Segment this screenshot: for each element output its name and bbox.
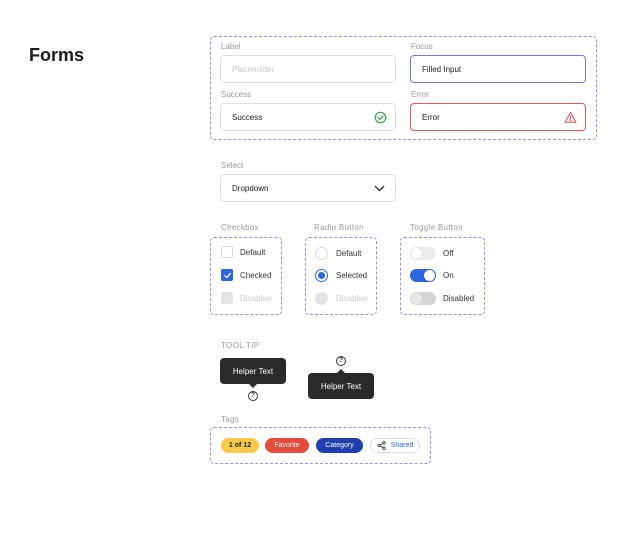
radio-circle-selected[interactable]	[315, 269, 328, 282]
tooltip-bottom-arrow: Helper Text	[220, 358, 286, 388]
radio-label: Disabled	[336, 294, 368, 303]
checkbox-disabled: Disabled	[221, 292, 271, 304]
checkbox-label: Checked	[240, 270, 272, 280]
help-icon[interactable]: ?	[336, 356, 346, 366]
toggle-label: Disabled	[443, 294, 475, 303]
toggle-switch[interactable]	[410, 247, 436, 260]
toggle-off[interactable]: Off	[410, 247, 454, 260]
warning-icon	[564, 111, 577, 123]
tag-label: Category	[325, 442, 354, 449]
focus-input-value: Filled Input	[422, 64, 462, 74]
tag-category[interactable]: Category	[316, 438, 363, 453]
radio-default[interactable]: Default	[315, 247, 361, 260]
share-icon	[377, 441, 386, 450]
radio-disabled: Disabled	[315, 292, 367, 305]
dropdown-value: Dropdown	[232, 183, 269, 193]
tag-count[interactable]: 1 of 12	[221, 438, 259, 453]
success-caption: Success	[221, 90, 252, 99]
help-icon[interactable]: ?	[248, 391, 258, 401]
toggle-disabled: Disabled	[410, 292, 474, 305]
radio-label: Default	[336, 249, 362, 258]
focus-caption: Focus	[411, 42, 433, 51]
toggle-on[interactable]: On	[410, 269, 454, 282]
tag-label: Shared	[390, 442, 414, 449]
success-input[interactable]: Success	[220, 103, 396, 131]
label-caption: Label	[221, 42, 241, 51]
checkbox-default[interactable]: Default	[221, 246, 265, 258]
placeholder-text: Placeholder	[232, 64, 275, 74]
select-caption: Select	[221, 161, 244, 170]
radio-selected[interactable]: Selected	[315, 269, 367, 282]
check-icon	[223, 272, 231, 278]
tooltip-text: Helper Text	[320, 381, 362, 391]
placeholder-input[interactable]: Placeholder	[220, 55, 396, 83]
tags-caption: Tags	[221, 415, 240, 424]
tag-label: 1 of 12	[228, 442, 252, 449]
tooltip-arrow	[337, 369, 345, 373]
tag-shared[interactable]: Shared	[370, 438, 420, 453]
radio-circle-disabled	[315, 292, 328, 305]
tooltip-arrow	[249, 384, 257, 388]
chevron-down-icon	[374, 185, 385, 192]
checkbox-box[interactable]	[221, 246, 233, 258]
toggle-switch-on[interactable]	[410, 269, 436, 282]
focus-input[interactable]: Filled Input	[410, 55, 586, 83]
check-circle-icon	[374, 111, 387, 124]
checkbox-caption: Checkbox	[221, 223, 259, 232]
tooltip-top-arrow: Helper Text	[308, 369, 374, 399]
radio-label: Selected	[336, 271, 368, 280]
toggle-switch-disabled	[410, 292, 436, 305]
error-input[interactable]: Error	[410, 103, 586, 131]
checkbox-label: Disabled	[240, 293, 272, 303]
page-title: Forms	[29, 45, 85, 65]
error-input-value: Error	[422, 112, 440, 122]
checkbox-label: Default	[240, 247, 266, 257]
radio-circle[interactable]	[315, 247, 328, 260]
checkbox-checked[interactable]: Checked	[221, 269, 272, 281]
toggle-label: On	[443, 271, 454, 280]
tooltip-caption: TOOL TIP	[221, 341, 260, 350]
toggle-label: Off	[443, 249, 454, 258]
tooltip-text: Helper Text	[232, 366, 274, 376]
success-input-value: Success	[232, 112, 263, 122]
dropdown-select[interactable]: Dropdown	[220, 174, 396, 202]
radio-caption: Radio Button	[314, 223, 364, 232]
tag-label: Favorite	[274, 442, 300, 449]
checkbox-box-checked[interactable]	[221, 269, 233, 281]
error-caption: Error	[411, 90, 429, 99]
checkbox-box-disabled	[221, 292, 233, 304]
toggle-caption: Toggle Button	[410, 223, 463, 232]
tag-favorite[interactable]: Favorite	[265, 438, 309, 453]
